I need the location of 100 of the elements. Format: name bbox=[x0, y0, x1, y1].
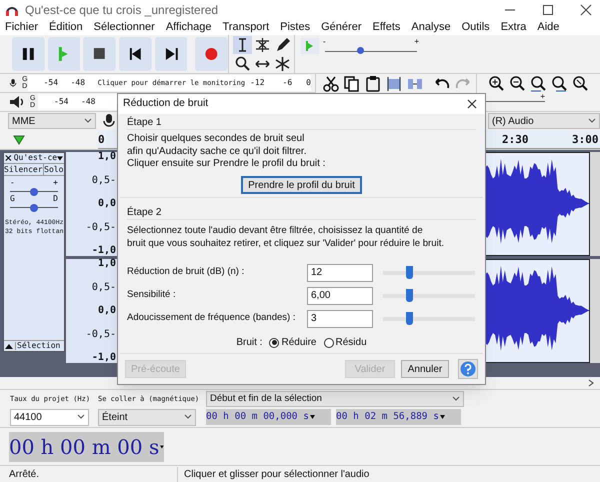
copy-icon[interactable] bbox=[343, 75, 361, 92]
slider[interactable] bbox=[383, 289, 475, 302]
slider-min-label: - bbox=[10, 179, 15, 187]
speaker-icon[interactable] bbox=[8, 94, 26, 110]
radio-option[interactable]: Résidu bbox=[324, 335, 367, 350]
host-dropdown[interactable]: MME bbox=[8, 113, 96, 129]
collapse-arrow-icon[interactable] bbox=[5, 344, 13, 348]
dropdown-arrow-icon[interactable] bbox=[440, 415, 445, 420]
slider-thumb[interactable] bbox=[406, 266, 413, 279]
menu-item[interactable]: Générer bbox=[321, 22, 362, 33]
zoom-tool-icon[interactable] bbox=[233, 55, 252, 73]
mute-button[interactable]: Silencer bbox=[4, 164, 44, 175]
radio-button[interactable] bbox=[324, 338, 334, 348]
menu-item[interactable]: Fichier bbox=[5, 22, 38, 33]
skip-to-end-button[interactable] bbox=[154, 37, 188, 71]
slider[interactable] bbox=[383, 312, 475, 325]
scale-label: 0,0 bbox=[98, 306, 116, 316]
noise-profile-button[interactable]: Prendre le profil du bruit bbox=[241, 176, 362, 194]
window-title: Qu'est-ce que tu crois _unregistered bbox=[25, 2, 220, 19]
slider-min-label: G bbox=[10, 195, 15, 203]
chevron-down-icon[interactable] bbox=[184, 414, 192, 420]
menu-item[interactable]: Pistes bbox=[280, 22, 310, 33]
input-field[interactable]: 3 bbox=[307, 310, 373, 328]
time-display[interactable]: 00 h 00 m 00 s bbox=[9, 432, 164, 462]
microphone-icon[interactable] bbox=[102, 113, 116, 129]
menu-item[interactable]: Transport bbox=[222, 22, 270, 33]
zoom-toggle-icon[interactable] bbox=[571, 75, 589, 92]
skip-to-start-button[interactable] bbox=[119, 37, 152, 71]
scissors-icon[interactable] bbox=[322, 75, 340, 92]
scale-label: -0,5- bbox=[86, 330, 116, 340]
slider[interactable] bbox=[383, 266, 475, 279]
trim-icon[interactable] bbox=[385, 75, 403, 92]
scale-label: -1,0 bbox=[92, 353, 116, 363]
solo-button[interactable]: Solo bbox=[44, 164, 64, 175]
close-icon[interactable] bbox=[5, 154, 12, 162]
vertical-scrollbar[interactable] bbox=[590, 259, 600, 363]
slider-min-label: - bbox=[323, 38, 326, 46]
field-label: Adoucissement de fréquence (bandes) : bbox=[127, 311, 296, 326]
stop-button[interactable] bbox=[83, 37, 116, 71]
slider-thumb[interactable] bbox=[30, 188, 38, 196]
scroll-right-icon[interactable] bbox=[588, 379, 594, 387]
output-device-dropdown[interactable]: (R) Audio bbox=[488, 113, 600, 129]
slider-thumb[interactable] bbox=[30, 204, 38, 212]
select-button[interactable]: Sélection bbox=[15, 342, 62, 350]
input-field[interactable]: 12 bbox=[307, 264, 373, 282]
track-name[interactable]: Qu'est-ce bbox=[14, 152, 58, 164]
close-icon[interactable] bbox=[467, 99, 477, 109]
radio-option[interactable]: Réduire bbox=[269, 335, 316, 350]
menu-item[interactable]: Sélectionner bbox=[94, 22, 155, 33]
chevron-down-icon[interactable] bbox=[588, 118, 596, 124]
snap-dropdown[interactable]: Éteint bbox=[98, 408, 196, 426]
selection-end-time[interactable]: 00 h 02 m 56,889 s bbox=[336, 409, 461, 426]
slider-thumb[interactable] bbox=[406, 312, 413, 325]
fit-selection-icon[interactable] bbox=[529, 75, 547, 92]
dropdown-arrow-icon[interactable] bbox=[57, 156, 63, 160]
slider-thumb[interactable] bbox=[356, 47, 364, 54]
menu-item[interactable]: Analyse bbox=[411, 22, 451, 33]
slider-thumb[interactable] bbox=[406, 289, 413, 302]
time-label: 0 bbox=[98, 132, 105, 148]
vertical-scrollbar[interactable] bbox=[590, 152, 600, 256]
scale-label: 0,5- bbox=[92, 282, 116, 292]
dropdown-arrow-icon[interactable] bbox=[310, 415, 315, 420]
selection-mode-dropdown[interactable]: Début et fin de la sélection bbox=[206, 390, 464, 407]
selection-start-time[interactable]: 00 h 00 m 00,000 s bbox=[206, 409, 331, 426]
help-icon[interactable] bbox=[458, 359, 478, 379]
dialog-title: Réduction de bruit bbox=[123, 96, 210, 112]
menu-item[interactable]: Effets bbox=[372, 22, 400, 33]
menu-item[interactable]: Aide bbox=[537, 22, 560, 33]
rate-dropdown[interactable]: 44100 bbox=[10, 408, 89, 426]
dialog-button[interactable]: Annuler bbox=[401, 360, 449, 378]
chevron-down-icon[interactable] bbox=[84, 118, 92, 124]
pause-button[interactable] bbox=[12, 37, 45, 71]
speed-slider[interactable] bbox=[325, 46, 417, 52]
dropdown-arrow-icon[interactable] bbox=[160, 444, 164, 448]
menu-item[interactable]: Extra bbox=[500, 22, 526, 33]
multi-tool-icon[interactable] bbox=[273, 55, 292, 73]
radio-button[interactable] bbox=[269, 338, 280, 348]
paste-icon[interactable] bbox=[364, 75, 382, 92]
maximize-icon[interactable] bbox=[542, 4, 554, 16]
menu-item[interactable]: Affichage bbox=[166, 22, 212, 33]
scale-label: 1,0 bbox=[98, 259, 116, 269]
headphones-icon[interactable] bbox=[5, 4, 19, 16]
record-button[interactable] bbox=[195, 37, 228, 71]
instruction-text: bruit que vous souhaitez retirer, et cliquez sur 'Valider' pour réduire le bruit. bbox=[127, 236, 446, 250]
menu-item[interactable]: Édition bbox=[49, 22, 83, 33]
zoom-in-icon[interactable] bbox=[487, 75, 505, 92]
menu-item[interactable]: Outils bbox=[462, 22, 490, 33]
fit-project-icon[interactable] bbox=[550, 75, 568, 92]
zoom-out-icon[interactable] bbox=[508, 75, 526, 92]
meter-tick: -54 bbox=[44, 77, 60, 89]
field-label: Bruit : bbox=[236, 336, 262, 350]
envelope-tool-icon[interactable] bbox=[253, 36, 272, 54]
input-field[interactable]: 6,00 bbox=[307, 286, 373, 304]
instruction-text: Cliquer ensuite sur Prendre le profil du bruit : bbox=[127, 158, 326, 170]
meter-tick: -12 bbox=[250, 77, 265, 89]
close-icon[interactable] bbox=[580, 4, 592, 16]
selection-tool-icon[interactable] bbox=[233, 36, 252, 54]
play-head-icon[interactable] bbox=[13, 134, 25, 144]
chevron-down-icon[interactable] bbox=[452, 396, 460, 402]
chevron-down-icon[interactable] bbox=[77, 414, 85, 420]
